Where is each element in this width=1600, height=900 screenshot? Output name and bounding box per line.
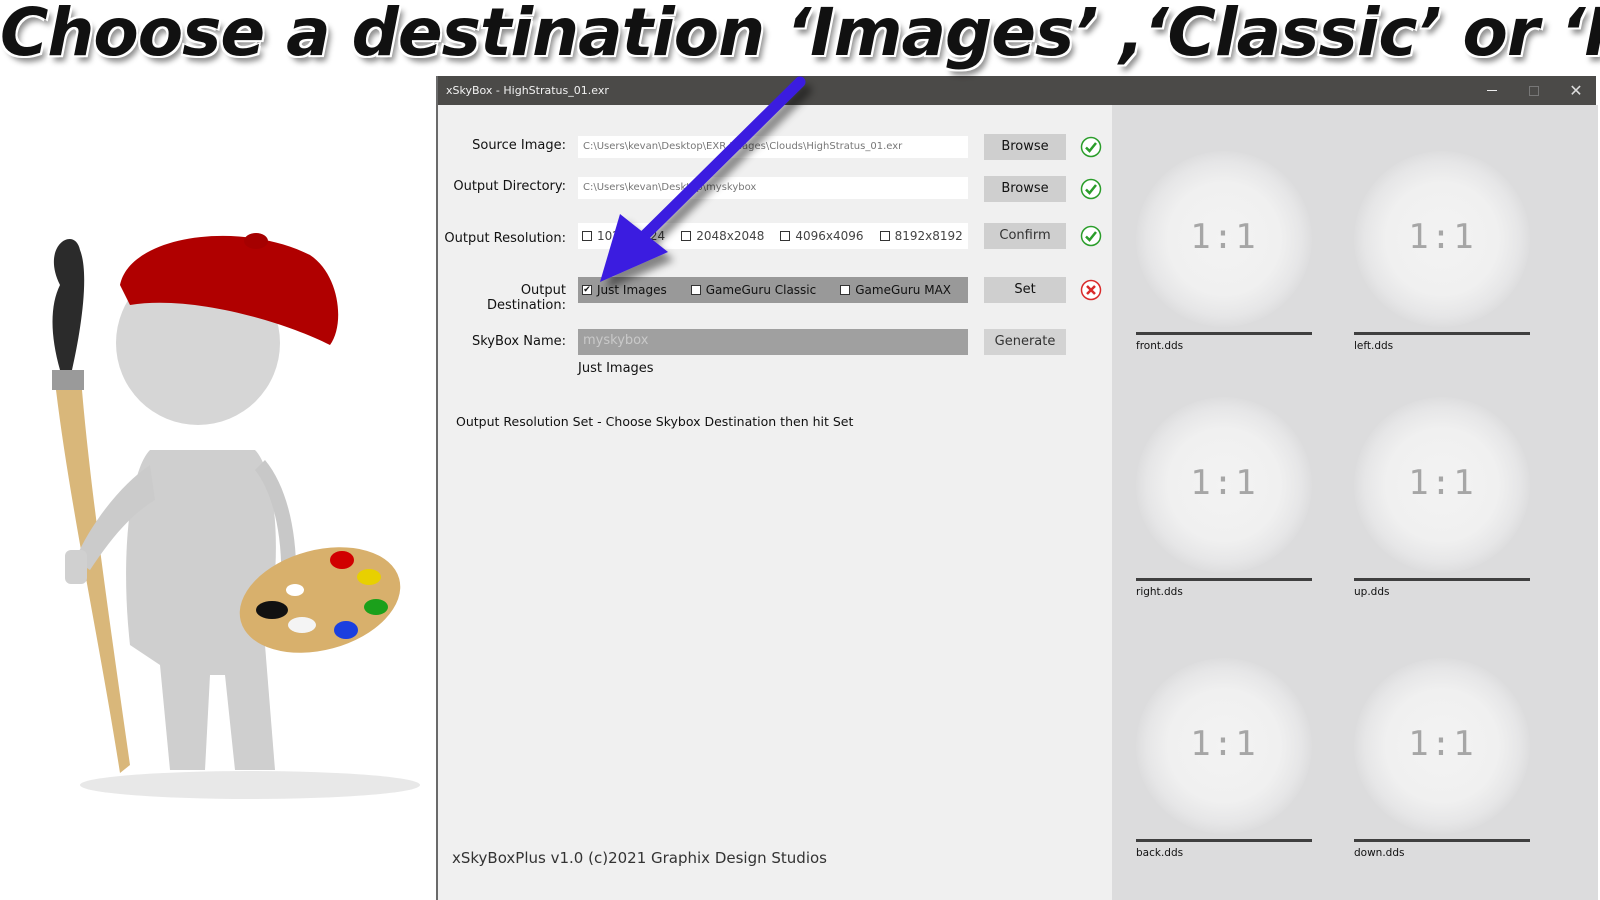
skybox-name-input[interactable]: myskybox (578, 329, 968, 355)
source-image-label: Source Image: (472, 138, 566, 153)
file-name: back.dds (1136, 847, 1184, 859)
preview-tile-down[interactable]: 1:1 down.dds (1354, 640, 1534, 870)
checkbox[interactable] (840, 285, 851, 295)
divider (1354, 332, 1530, 335)
close-icon: ✕ (1569, 81, 1583, 100)
maximize-button[interactable] (1514, 76, 1554, 105)
headline-caption: Choose a destination ‘Images’ ,‘Classic’… (0, 0, 1600, 71)
browse-source-button[interactable]: Browse (984, 134, 1066, 160)
minimize-icon (1487, 90, 1497, 91)
checkbox[interactable] (690, 285, 701, 295)
resolution-option-4096[interactable]: 4096x4096 (780, 229, 864, 243)
destination-option-just-images[interactable]: ✔ Just Images (582, 283, 667, 297)
file-name: front.dds (1136, 340, 1184, 352)
destination-option-gameguru-classic[interactable]: GameGuru Classic (690, 283, 816, 297)
aspect-ratio-label: 1:1 (1190, 724, 1258, 764)
output-destination-label: Output Destination: (487, 283, 566, 313)
preview-tile-back[interactable]: 1:1 back.dds (1136, 640, 1316, 870)
output-directory-label: Output Directory: (453, 179, 566, 194)
aspect-ratio-label: 1:1 (1408, 724, 1476, 764)
check-icon (1080, 225, 1102, 247)
resolution-option-8192[interactable]: 8192x8192 (879, 229, 963, 243)
window-title: xSkyBox - HighStratus_01.exr (446, 84, 609, 97)
figure-body (65, 261, 297, 770)
destination-option-gameguru-max[interactable]: GameGuru MAX (840, 283, 951, 297)
browse-output-button[interactable]: Browse (984, 176, 1066, 202)
file-name: left.dds (1354, 340, 1394, 352)
aspect-ratio-label: 1:1 (1190, 463, 1258, 503)
status-message: Output Resolution Set - Choose Skybox De… (456, 414, 854, 429)
output-resolution-label: Output Resolution: (444, 231, 566, 246)
file-name: down.dds (1354, 847, 1405, 859)
checkbox[interactable] (780, 231, 791, 241)
artist-illustration (52, 233, 420, 799)
preview-tile-up[interactable]: 1:1 up.dds (1354, 379, 1534, 609)
settings-form: Source Image: C:\Users\kevan\Desktop\EXR… (438, 105, 1128, 900)
aspect-ratio-label: 1:1 (1408, 217, 1476, 257)
footer-copyright: xSkyBoxPlus v1.0 (c)2021 Graphix Design … (452, 849, 827, 867)
check-icon (1080, 178, 1102, 200)
close-button[interactable]: ✕ (1556, 76, 1596, 105)
preview-tile-front[interactable]: 1:1 front.dds (1136, 133, 1316, 363)
checkbox[interactable] (879, 231, 890, 241)
destination-hint: Just Images (578, 361, 654, 376)
divider (1354, 578, 1530, 581)
title-bar[interactable]: xSkyBox - HighStratus_01.exr ✕ (438, 76, 1596, 105)
minimize-button[interactable] (1472, 76, 1512, 105)
confirm-button[interactable]: Confirm (984, 223, 1066, 249)
divider (1136, 578, 1312, 581)
destination-options: ✔ Just Images GameGuru Classic GameGuru M… (578, 277, 968, 303)
aspect-ratio-label: 1:1 (1408, 463, 1476, 503)
check-icon (1080, 136, 1102, 158)
aspect-ratio-label: 1:1 (1190, 217, 1258, 257)
checkbox[interactable] (582, 231, 592, 241)
checkbox-checked[interactable]: ✔ (582, 285, 592, 295)
divider (1136, 332, 1312, 335)
resolution-option-1024[interactable]: 1024x1024 (582, 229, 665, 243)
maximize-icon (1529, 85, 1539, 96)
divider (1354, 839, 1530, 842)
source-image-input[interactable]: C:\Users\kevan\Desktop\EXR Images\Clouds… (578, 136, 968, 158)
file-name: right.dds (1136, 586, 1183, 598)
preview-panel: 1:1 front.dds 1:1 left.dds 1:1 right.dds… (1112, 105, 1598, 900)
generate-button[interactable]: Generate (984, 329, 1066, 355)
checkbox[interactable] (681, 231, 692, 241)
preview-tile-left[interactable]: 1:1 left.dds (1354, 133, 1534, 363)
set-button[interactable]: Set (984, 277, 1066, 303)
preview-tile-right[interactable]: 1:1 right.dds (1136, 379, 1316, 609)
skybox-name-label: SkyBox Name: (471, 334, 566, 349)
file-name: up.dds (1354, 586, 1390, 598)
resolution-option-2048[interactable]: 2048x2048 (681, 229, 764, 243)
resolution-options: 1024x1024 2048x2048 4096x4096 8192x8192 (578, 223, 968, 249)
error-x-icon (1080, 279, 1102, 301)
output-directory-input[interactable]: C:\Users\kevan\Desktop\myskybox (578, 177, 968, 199)
divider (1136, 839, 1312, 842)
xskybox-window: xSkyBox - HighStratus_01.exr ✕ Source Im… (436, 76, 1598, 900)
